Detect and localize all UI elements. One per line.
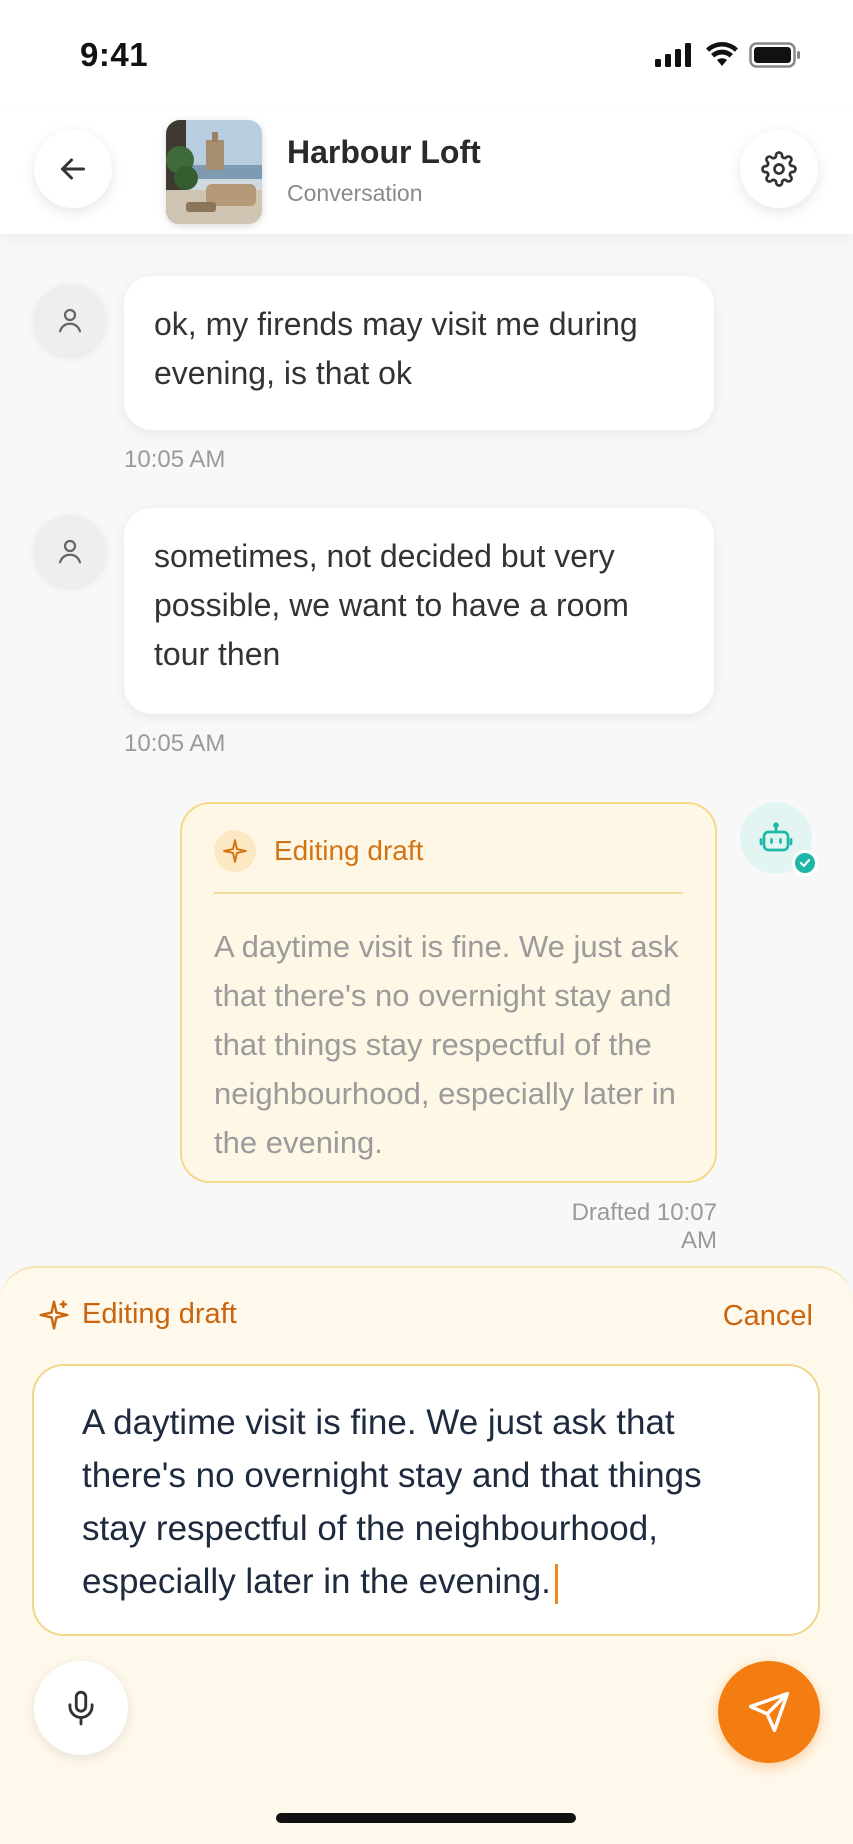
- draft-card-label: Editing draft: [274, 835, 424, 866]
- incoming-message: sometimes, not decided but very possible…: [124, 508, 714, 714]
- home-indicator: [276, 1813, 576, 1823]
- composer-header: Editing draft: [38, 1298, 237, 1331]
- settings-button[interactable]: [740, 130, 818, 208]
- draft-input-text: A daytime visit is fine. We just ask tha…: [82, 1403, 702, 1601]
- message-timestamp: 10:05 AM: [124, 446, 226, 473]
- sparkle-icon: [223, 839, 247, 863]
- send-icon: [748, 1691, 790, 1733]
- message-timestamp: 10:05 AM: [124, 730, 226, 757]
- status-time: 9:41: [80, 36, 149, 73]
- incoming-message: ok, my firends may visit me during eveni…: [124, 276, 714, 430]
- page-title: Harbour Loft: [287, 134, 481, 170]
- listing-photo: [166, 120, 262, 224]
- draft-timestamp: Drafted 10:07 AM: [571, 1199, 717, 1254]
- message-text: sometimes, not decided but very possible…: [154, 538, 629, 672]
- draft-card-body: A daytime visit is fine. We just ask tha…: [214, 929, 679, 1160]
- status-icons: [655, 42, 801, 68]
- signal-icon: [655, 43, 691, 67]
- battery-icon: [749, 42, 800, 68]
- wifi-icon: [706, 42, 738, 66]
- sparkle-badge: [214, 830, 256, 872]
- composer-label: Editing draft: [82, 1298, 237, 1330]
- page-subtitle: Conversation: [287, 180, 423, 206]
- microphone-icon: [68, 1690, 94, 1726]
- verified-check-icon: [792, 850, 818, 876]
- text-caret: [554, 1563, 558, 1604]
- send-button[interactable]: [718, 1661, 820, 1763]
- robot-icon: [759, 822, 793, 852]
- conversation-header: Harbour Loft Conversation: [0, 110, 853, 234]
- guest-avatar: [34, 515, 106, 587]
- guest-avatar: [34, 284, 106, 356]
- microphone-button[interactable]: [34, 1661, 128, 1755]
- arrow-left-icon: [61, 158, 85, 180]
- back-button[interactable]: [34, 130, 112, 208]
- sparkle-icon: [39, 1299, 69, 1330]
- draft-card-header: Editing draft: [214, 830, 683, 894]
- message-text: ok, my firends may visit me during eveni…: [154, 306, 638, 391]
- draft-message-card[interactable]: Editing draft A daytime visit is fine. W…: [180, 802, 717, 1183]
- draft-text-input[interactable]: A daytime visit is fine. We just ask tha…: [32, 1364, 820, 1636]
- cancel-button[interactable]: Cancel: [723, 1300, 813, 1333]
- user-icon: [58, 539, 82, 564]
- gear-icon: [761, 151, 797, 187]
- draft-composer: Editing draft Cancel A daytime visit is …: [0, 1266, 853, 1844]
- status-bar: 9:41: [0, 0, 853, 110]
- user-icon: [58, 308, 82, 333]
- listing-thumbnail[interactable]: [166, 120, 262, 224]
